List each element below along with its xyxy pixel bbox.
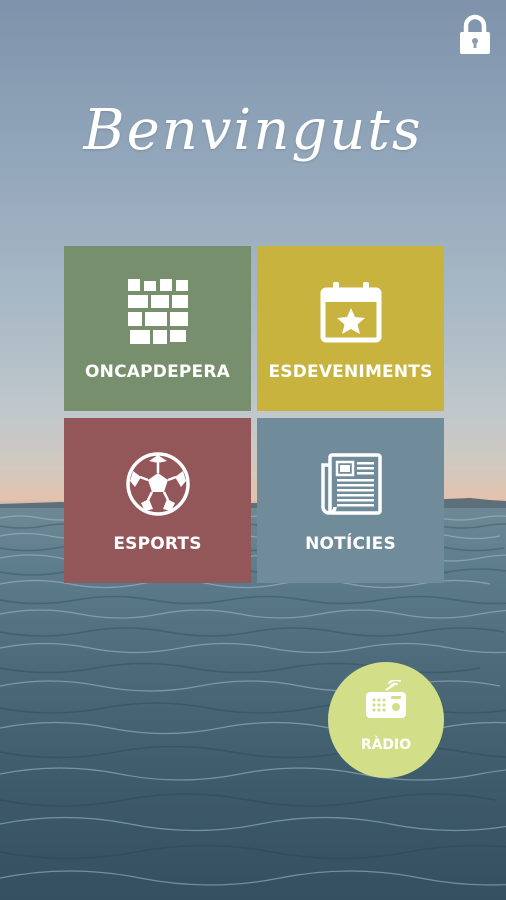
radio-label: RÀDIO (360, 737, 412, 753)
calendar-star-icon (320, 282, 381, 343)
lock-button[interactable] (456, 14, 494, 56)
lock-icon (460, 14, 490, 54)
tile-icon-wrap (257, 448, 444, 520)
tile-label: ONCAPDEPERA (84, 362, 230, 382)
tile-label: ESPORTS (113, 534, 202, 554)
home-screen: Benvinguts ONCAPDEPERA ESDEVENIMENTS ESP… (0, 0, 506, 900)
tile-esdeveniments[interactable]: ESDEVENIMENTS (257, 246, 444, 411)
tile-label: ESDEVENIMENTS (268, 362, 433, 382)
welcome-title: Benvinguts (83, 98, 423, 163)
radio-icon (366, 680, 406, 718)
tile-icon-wrap (64, 448, 251, 520)
tile-icon-wrap (257, 276, 444, 348)
soccer-ball-icon (125, 452, 190, 516)
newspaper-icon (320, 453, 382, 515)
tile-noticies[interactable]: NOTÍCIES (257, 418, 444, 583)
tile-label: NOTÍCIES (305, 534, 396, 554)
tile-icon-wrap (64, 276, 251, 348)
radio-button[interactable]: RÀDIO (328, 662, 444, 778)
castle-wall-icon (127, 279, 188, 344)
tile-esports[interactable]: ESPORTS (64, 418, 251, 583)
tile-oncapdepera[interactable]: ONCAPDEPERA (64, 246, 251, 411)
